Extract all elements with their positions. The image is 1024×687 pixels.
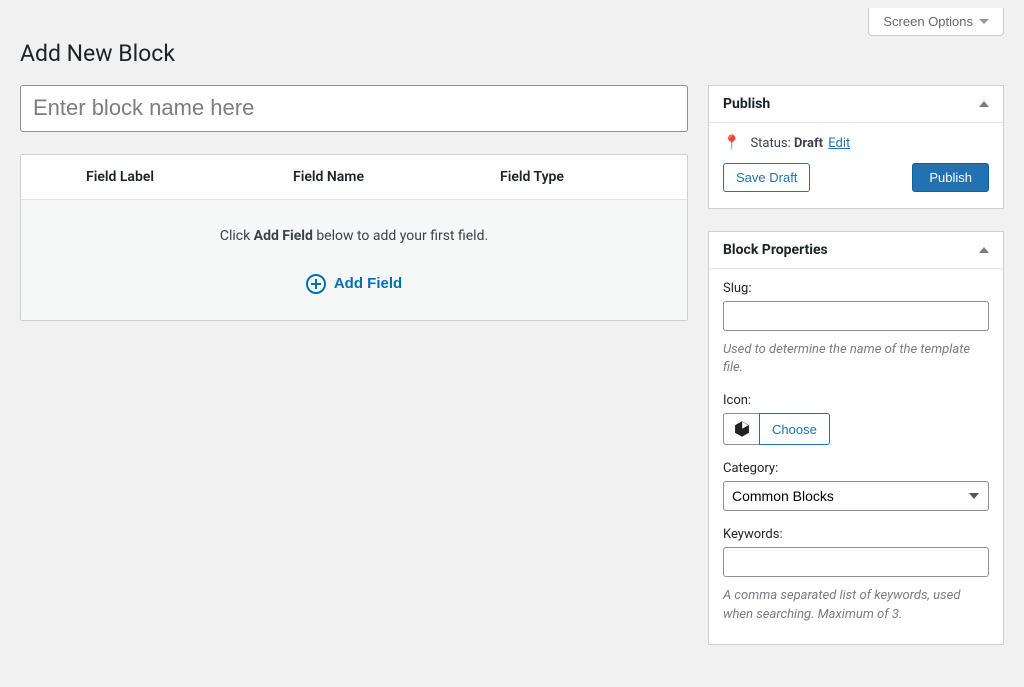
icon-preview — [723, 413, 759, 445]
collapse-toggle-icon[interactable] — [979, 101, 989, 107]
side-column: Publish 📍 Status: Draft Edit Save Draft … — [708, 85, 1004, 667]
pin-icon: 📍 — [723, 135, 740, 151]
category-label: Category: — [723, 461, 989, 476]
slug-label: Slug: — [723, 281, 989, 296]
plus-circle-icon — [306, 274, 326, 294]
fields-header: Field Label Field Name Field Type — [21, 155, 687, 200]
edit-status-link[interactable]: Edit — [828, 136, 850, 151]
fields-table: Field Label Field Name Field Type Click … — [20, 154, 688, 321]
choose-icon-button[interactable]: Choose — [759, 413, 830, 445]
cube-icon — [733, 420, 751, 438]
keywords-label: Keywords: — [723, 527, 989, 542]
properties-panel-title: Block Properties — [723, 242, 828, 258]
keywords-help: A comma separated list of keywords, used… — [723, 587, 989, 623]
slug-input[interactable] — [723, 301, 989, 331]
slug-help: Used to determine the name of the templa… — [723, 341, 989, 377]
col-field-type: Field Type — [480, 155, 687, 199]
fields-empty-state: Click Add Field below to add your first … — [21, 200, 687, 260]
add-field-button[interactable]: Add Field — [306, 274, 402, 294]
category-select[interactable]: Common Blocks — [723, 481, 989, 511]
icon-label: Icon: — [723, 393, 989, 408]
publish-button[interactable]: Publish — [912, 163, 989, 192]
page-title: Add New Block — [20, 40, 1004, 67]
status-label: Status: — [750, 136, 794, 151]
screen-options-label: Screen Options — [883, 14, 973, 29]
screen-options-button[interactable]: Screen Options — [868, 8, 1004, 36]
publish-panel: Publish 📍 Status: Draft Edit Save Draft … — [708, 85, 1004, 209]
main-column: Field Label Field Name Field Type Click … — [20, 85, 688, 321]
keywords-input[interactable] — [723, 547, 989, 577]
col-field-label: Field Label — [21, 155, 273, 199]
block-properties-panel: Block Properties Slug: Used to determine… — [708, 231, 1004, 645]
chevron-down-icon — [979, 19, 989, 24]
collapse-toggle-icon[interactable] — [979, 247, 989, 253]
add-field-label: Add Field — [334, 275, 402, 292]
status-value: Draft — [794, 136, 823, 151]
top-bar: Screen Options — [0, 0, 1024, 36]
save-draft-button[interactable]: Save Draft — [723, 163, 810, 192]
publish-panel-title: Publish — [723, 96, 770, 112]
block-name-input[interactable] — [20, 85, 688, 132]
col-field-name: Field Name — [273, 155, 480, 199]
